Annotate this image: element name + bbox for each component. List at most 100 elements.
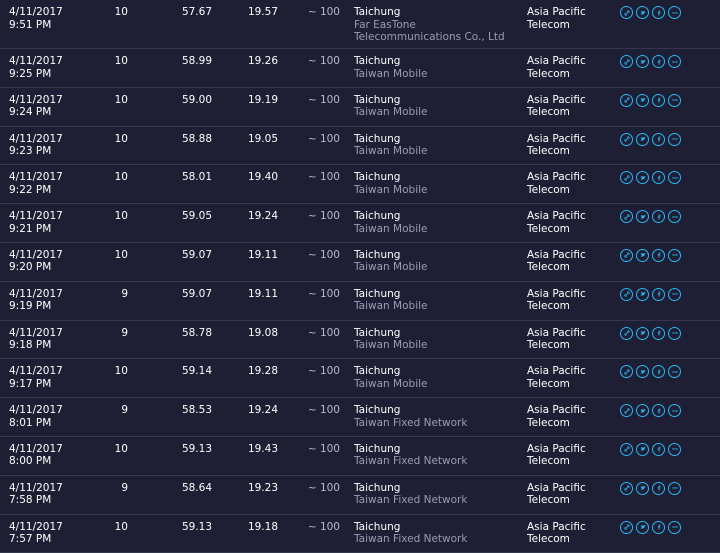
- twitter-icon[interactable]: [636, 287, 649, 301]
- result-row[interactable]: 4/11/2017 9:24 PM 10 59.00 19.19 ~ 100 T…: [0, 88, 720, 127]
- twitter-icon[interactable]: [636, 442, 649, 456]
- more-icon[interactable]: [668, 55, 681, 68]
- more-icon[interactable]: [668, 326, 681, 340]
- twitter-icon[interactable]: [636, 171, 649, 185]
- server-info: Taichung Taiwan Mobile: [354, 171, 514, 196]
- result-row[interactable]: 4/11/2017 9:20 PM 10 59.07 19.11 ~ 100 T…: [0, 243, 720, 282]
- result-row[interactable]: 4/11/2017 9:19 PM 9 59.07 19.11 ~ 100 Ta…: [0, 282, 720, 321]
- time-text: 9:20 PM: [9, 261, 52, 274]
- facebook-icon[interactable]: [652, 248, 665, 262]
- facebook-icon[interactable]: [652, 404, 665, 418]
- share-actions: [620, 210, 681, 224]
- date-text: 4/11/2017: [9, 93, 63, 106]
- twitter-icon[interactable]: [636, 93, 649, 107]
- ping-value: 10: [114, 210, 128, 223]
- isp-line-2: Telecom: [527, 416, 570, 429]
- share-actions: [620, 365, 681, 379]
- link-icon[interactable]: [620, 210, 633, 224]
- twitter-icon[interactable]: [636, 365, 649, 379]
- result-row[interactable]: 4/11/2017 9:22 PM 10 58.01 19.40 ~ 100 T…: [0, 165, 720, 205]
- twitter-icon[interactable]: [636, 210, 649, 224]
- facebook-icon[interactable]: [652, 6, 665, 19]
- facebook-icon[interactable]: [652, 520, 665, 534]
- more-icon[interactable]: [668, 6, 681, 19]
- result-row[interactable]: 4/11/2017 7:58 PM 9 58.64 19.23 ~ 100 Ta…: [0, 476, 720, 515]
- facebook-icon[interactable]: [652, 365, 665, 379]
- isp-line-2: Telecom: [527, 18, 570, 31]
- isp-line-1: Asia Pacific: [527, 132, 586, 145]
- result-row[interactable]: 4/11/2017 9:17 PM 10 59.14 19.28 ~ 100 T…: [0, 359, 720, 399]
- result-row[interactable]: 4/11/2017 9:21 PM 10 59.05 19.24 ~ 100 T…: [0, 204, 720, 243]
- share-actions: [620, 93, 681, 107]
- link-icon[interactable]: [620, 55, 633, 68]
- result-row[interactable]: 4/11/2017 9:51 PM 10 57.67 19.57 ~ 100 T…: [0, 0, 720, 49]
- isp-line-1: Asia Pacific: [527, 287, 586, 300]
- link-icon[interactable]: [620, 132, 633, 146]
- result-row[interactable]: 4/11/2017 7:57 PM 10 59.13 19.18 ~ 100 T…: [0, 515, 720, 553]
- download-value: 58.53: [181, 404, 212, 417]
- twitter-icon[interactable]: [636, 6, 649, 19]
- isp-line-2: Telecom: [527, 106, 570, 119]
- link-icon[interactable]: [620, 248, 633, 262]
- link-icon[interactable]: [620, 171, 633, 185]
- link-icon[interactable]: [620, 93, 633, 107]
- ping-value: 9: [121, 326, 128, 339]
- facebook-icon[interactable]: [652, 287, 665, 301]
- result-row[interactable]: 4/11/2017 9:25 PM 10 58.99 19.26 ~ 100 T…: [0, 49, 720, 88]
- facebook-icon[interactable]: [652, 171, 665, 185]
- link-icon[interactable]: [620, 404, 633, 418]
- results-table: 4/11/2017 9:51 PM 10 57.67 19.57 ~ 100 T…: [0, 0, 720, 553]
- distance-value: ~ 100: [307, 93, 340, 106]
- upload-value: 19.23: [247, 481, 278, 494]
- twitter-icon[interactable]: [636, 404, 649, 418]
- server-city: Taichung: [354, 93, 401, 106]
- download-value: 58.99: [181, 55, 212, 67]
- link-icon[interactable]: [620, 365, 633, 379]
- result-row[interactable]: 4/11/2017 8:01 PM 9 58.53 19.24 ~ 100 Ta…: [0, 398, 720, 437]
- link-icon[interactable]: [620, 326, 633, 340]
- more-icon[interactable]: [668, 404, 681, 418]
- isp-info: Asia Pacific Telecom: [527, 443, 586, 468]
- facebook-icon[interactable]: [652, 93, 665, 107]
- facebook-icon[interactable]: [652, 210, 665, 224]
- link-icon[interactable]: [620, 287, 633, 301]
- facebook-icon[interactable]: [652, 55, 665, 68]
- result-row[interactable]: 4/11/2017 9:23 PM 10 58.88 19.05 ~ 100 T…: [0, 127, 720, 166]
- isp-info: Asia Pacific Telecom: [527, 249, 586, 274]
- facebook-icon[interactable]: [652, 481, 665, 495]
- server-city: Taichung: [354, 55, 401, 67]
- link-icon[interactable]: [620, 6, 633, 19]
- facebook-icon[interactable]: [652, 326, 665, 340]
- link-icon[interactable]: [620, 481, 633, 495]
- isp-info: Asia Pacific Telecom: [527, 171, 586, 196]
- more-icon[interactable]: [668, 287, 681, 301]
- facebook-icon[interactable]: [652, 442, 665, 456]
- facebook-icon[interactable]: [652, 132, 665, 146]
- link-icon[interactable]: [620, 442, 633, 456]
- time-text: 8:01 PM: [9, 416, 52, 429]
- more-icon[interactable]: [668, 442, 681, 456]
- distance-value: ~ 100: [307, 6, 340, 18]
- date-text: 4/11/2017: [9, 365, 63, 378]
- twitter-icon[interactable]: [636, 326, 649, 340]
- more-icon[interactable]: [668, 93, 681, 107]
- date-text: 4/11/2017: [9, 132, 63, 145]
- more-icon[interactable]: [668, 248, 681, 262]
- twitter-icon[interactable]: [636, 520, 649, 534]
- more-icon[interactable]: [668, 481, 681, 495]
- server-sponsor: Taiwan Mobile: [354, 183, 428, 196]
- date-text: 4/11/2017: [9, 210, 63, 223]
- more-icon[interactable]: [668, 365, 681, 379]
- result-row[interactable]: 4/11/2017 8:00 PM 10 59.13 19.43 ~ 100 T…: [0, 437, 720, 476]
- twitter-icon[interactable]: [636, 55, 649, 68]
- twitter-icon[interactable]: [636, 481, 649, 495]
- more-icon[interactable]: [668, 520, 681, 534]
- twitter-icon[interactable]: [636, 132, 649, 146]
- twitter-icon[interactable]: [636, 248, 649, 262]
- more-icon[interactable]: [668, 210, 681, 224]
- server-sponsor: Taiwan Mobile: [354, 300, 428, 313]
- more-icon[interactable]: [668, 132, 681, 146]
- more-icon[interactable]: [668, 171, 681, 185]
- link-icon[interactable]: [620, 520, 633, 534]
- result-row[interactable]: 4/11/2017 9:18 PM 9 58.78 19.08 ~ 100 Ta…: [0, 321, 720, 360]
